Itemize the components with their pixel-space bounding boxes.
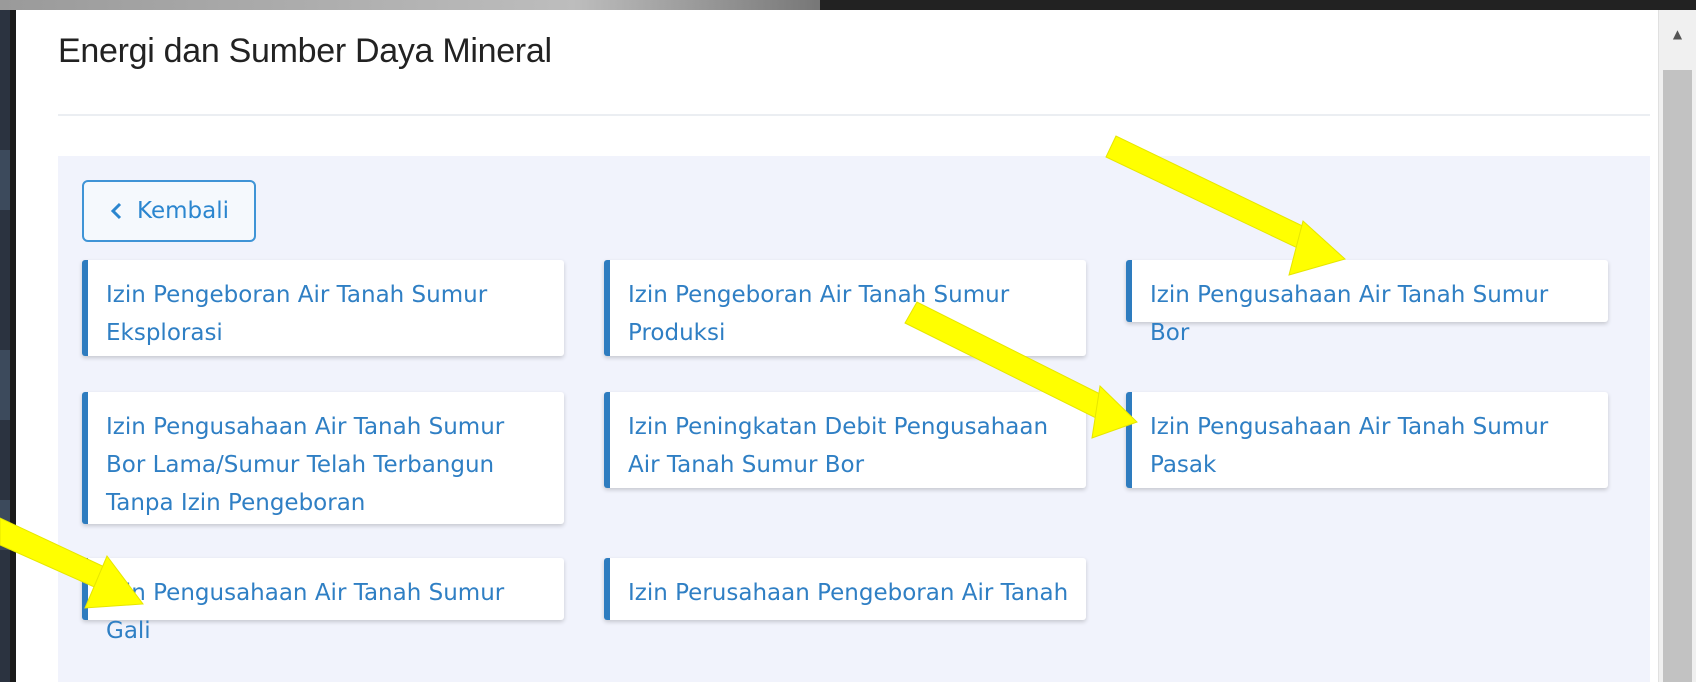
permit-card-produksi[interactable]: Izin Pengeboran Air Tanah Sumur Produksi [604, 260, 1086, 356]
permit-card-label: Izin Pengusahaan Air Tanah Sumur Gali [106, 580, 505, 644]
scroll-up-arrow-icon[interactable]: ▲ [1659, 10, 1696, 58]
permit-card-eksplorasi[interactable]: Izin Pengeboran Air Tanah Sumur Eksplora… [82, 260, 564, 356]
permit-card-sumur-bor[interactable]: Izin Pengusahaan Air Tanah Sumur Bor [1126, 260, 1608, 346]
title-divider [58, 114, 1650, 116]
modal-panel: Energi dan Sumber Daya Mineral Kembali I… [16, 10, 1658, 682]
back-button[interactable]: Kembali [82, 180, 256, 242]
permit-card-label: Izin Pengeboran Air Tanah Sumur Produksi [628, 282, 1010, 346]
permit-card-label: Izin Pengusahaan Air Tanah Sumur Bor Lam… [106, 414, 505, 516]
permit-card-label: Izin Pengusahaan Air Tanah Sumur Pasak [1150, 414, 1549, 478]
vertical-scrollbar[interactable]: ▲ [1658, 10, 1696, 682]
chevron-left-icon [110, 202, 122, 220]
back-button-label: Kembali [137, 198, 229, 224]
permit-card-label: Izin Perusahaan Pengeboran Air Tanah [628, 580, 1069, 606]
page-title: Energi dan Sumber Daya Mineral [58, 32, 552, 70]
permit-list-container: Kembali Izin Pengeboran Air Tanah Sumur … [58, 156, 1650, 682]
scrollbar-thumb[interactable] [1663, 70, 1692, 682]
permit-card-perusahaan-pengeboran[interactable]: Izin Perusahaan Pengeboran Air Tanah [604, 558, 1086, 620]
permit-card-label: Izin Peningkatan Debit Pengusahaan Air T… [628, 414, 1049, 478]
permit-card-sumur-gali[interactable]: Izin Pengusahaan Air Tanah Sumur Gali [82, 558, 564, 644]
permit-card-peningkatan-debit[interactable]: Izin Peningkatan Debit Pengusahaan Air T… [604, 392, 1086, 488]
permit-card-sumur-bor-lama[interactable]: Izin Pengusahaan Air Tanah Sumur Bor Lam… [82, 392, 564, 524]
permit-card-sumur-pasak[interactable]: Izin Pengusahaan Air Tanah Sumur Pasak [1126, 392, 1608, 488]
permit-card-label: Izin Pengeboran Air Tanah Sumur Eksplora… [106, 282, 488, 346]
window-top-highlight [0, 0, 820, 10]
permit-card-label: Izin Pengusahaan Air Tanah Sumur Bor [1150, 282, 1549, 346]
